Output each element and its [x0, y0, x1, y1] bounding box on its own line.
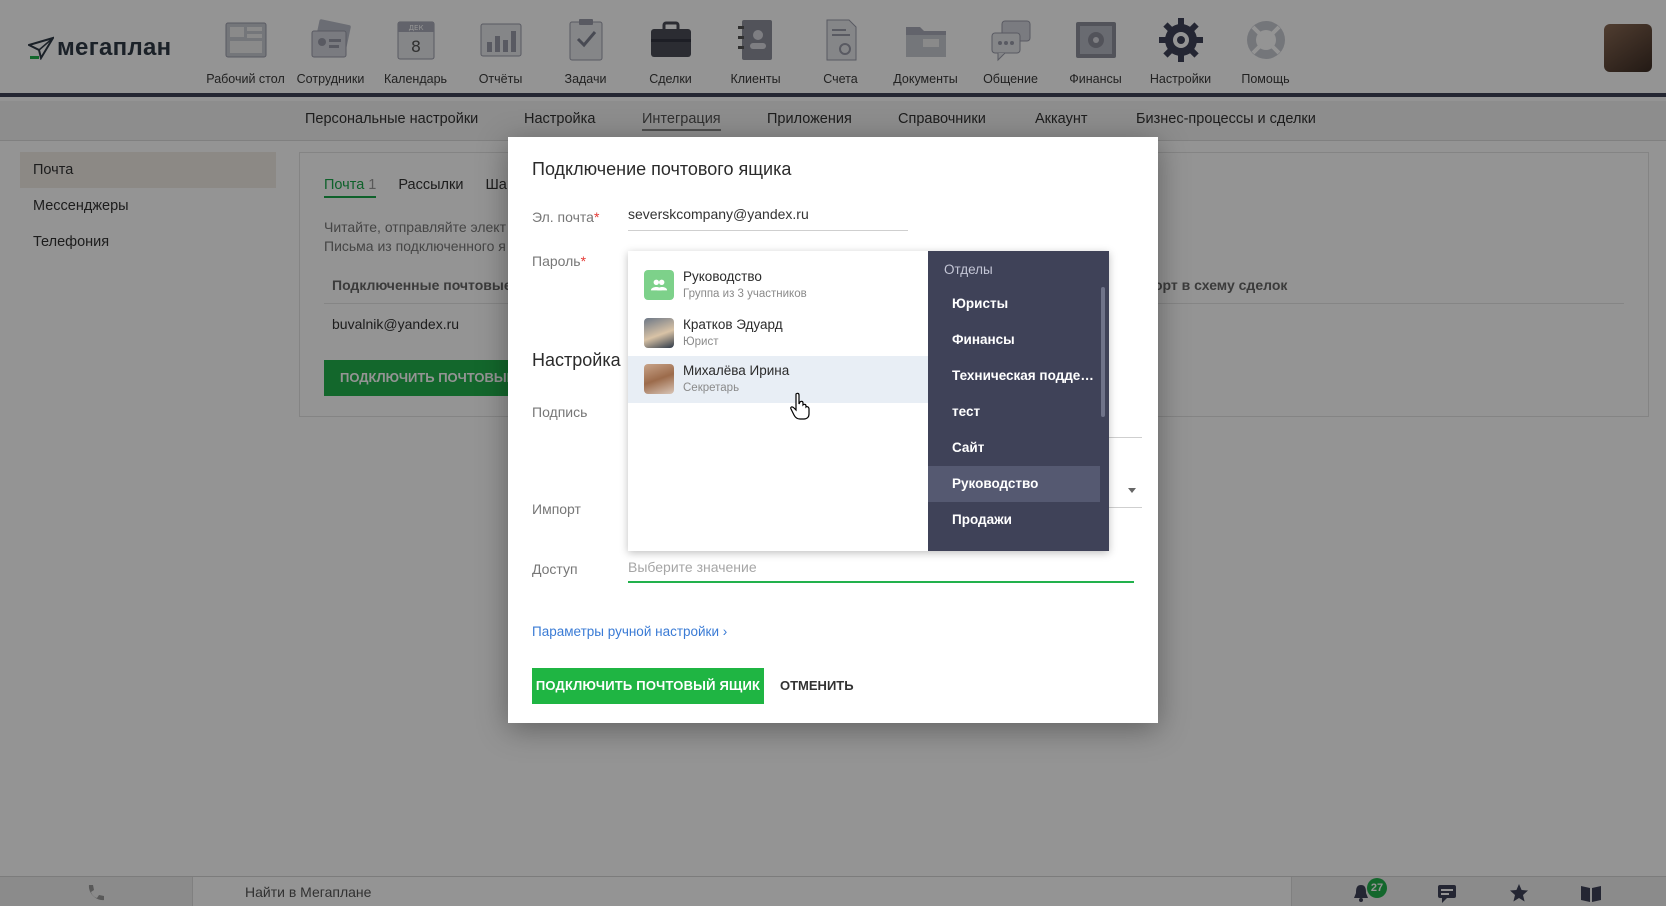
- hand-cursor-icon: [790, 392, 810, 420]
- access-field[interactable]: Выберите значение: [628, 555, 1134, 583]
- required-mark: *: [580, 253, 587, 269]
- password-label-text: Пароль: [532, 253, 581, 269]
- manual-link-text: Параметры ручной настройки: [532, 624, 720, 639]
- email-label-text: Эл. почта: [532, 209, 594, 225]
- avatar: [644, 318, 674, 348]
- option-name: Руководство: [683, 269, 762, 284]
- department-item[interactable]: Руководство: [928, 466, 1100, 502]
- option-subtitle: Секретарь: [683, 382, 740, 394]
- chevron-down-icon: [1128, 488, 1136, 493]
- chevron-right-icon: ›: [722, 624, 728, 639]
- department-item[interactable]: Сайт: [928, 430, 1100, 466]
- option-subtitle: Юрист: [683, 336, 719, 348]
- department-item[interactable]: Техническая поддержка: [928, 358, 1100, 394]
- option-name: Кратков Эдуард: [683, 317, 783, 332]
- dropdown-options-list: Руководство Группа из 3 участников Кратк…: [628, 251, 928, 551]
- manual-settings-link[interactable]: Параметры ручной настройки ›: [532, 624, 727, 639]
- signature-label: Подпись: [532, 404, 588, 420]
- settings-section-title: Настройка: [532, 350, 621, 370]
- departments-panel: Отделы Юристы Финансы Техническая поддер…: [928, 251, 1109, 551]
- group-icon: [644, 270, 674, 300]
- departments-scrollbar[interactable]: [1101, 287, 1105, 417]
- dropdown-option-user[interactable]: Михалёва Ирина Секретарь: [628, 356, 928, 403]
- cancel-button[interactable]: ОТМЕНИТЬ: [780, 668, 854, 704]
- password-label: Пароль*: [532, 253, 586, 269]
- option-name: Михалёва Ирина: [683, 363, 790, 378]
- department-item[interactable]: Финансы: [928, 322, 1100, 358]
- department-item[interactable]: Продажи: [928, 502, 1100, 538]
- dropdown-option-group[interactable]: Руководство Группа из 3 участников: [628, 262, 928, 309]
- department-item[interactable]: тест: [928, 394, 1100, 430]
- email-label: Эл. почта*: [532, 209, 599, 225]
- access-label: Доступ: [532, 561, 578, 577]
- import-label: Импорт: [532, 501, 581, 517]
- email-field[interactable]: severskcompany@yandex.ru: [628, 203, 908, 231]
- access-dropdown: Руководство Группа из 3 участников Кратк…: [628, 251, 1109, 551]
- option-subtitle: Группа из 3 участников: [683, 288, 807, 300]
- departments-header: Отделы: [944, 262, 993, 277]
- department-item[interactable]: Юристы: [928, 286, 1100, 322]
- connect-mailbox-button[interactable]: ПОДКЛЮЧИТЬ ПОЧТОВЫЙ ЯЩИК: [532, 668, 764, 704]
- dropdown-option-user[interactable]: Кратков Эдуард Юрист: [628, 310, 928, 357]
- required-mark: *: [593, 209, 600, 225]
- avatar: [644, 364, 674, 394]
- dialog-title: Подключение почтового ящика: [532, 159, 792, 179]
